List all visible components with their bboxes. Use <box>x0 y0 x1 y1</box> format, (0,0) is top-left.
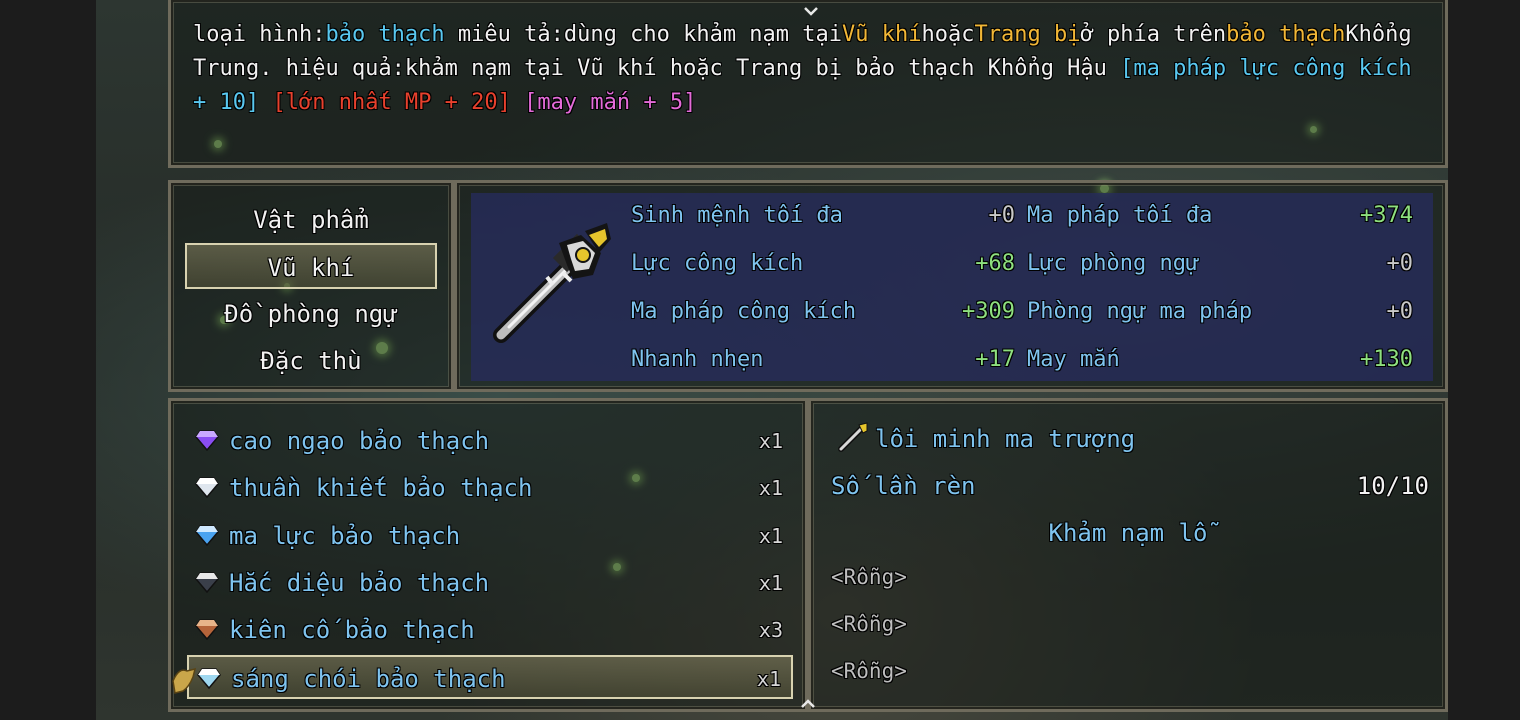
stat-agility-label: Nhanh nhẹn <box>631 347 764 372</box>
desc-equipment-keyword: Trang bị <box>974 22 1081 47</box>
light-blue-gem-icon <box>197 668 221 689</box>
stat-max-mp-label: Ma pháp tối đa <box>1027 203 1213 228</box>
desc-space <box>511 90 524 115</box>
black-gem-icon <box>195 572 219 593</box>
wand-icon <box>838 422 868 452</box>
blue-gem-icon <box>195 525 219 546</box>
gem-list-item[interactable]: ma lực bảo thạch x1 <box>187 514 793 558</box>
right-letterbox <box>1448 0 1520 720</box>
pointer-hand-icon <box>172 667 197 694</box>
scroll-up-arrow-icon[interactable] <box>800 699 816 709</box>
category-special[interactable]: Đặc thù <box>185 338 437 384</box>
brown-gem-icon <box>195 619 219 640</box>
stat-max-hp-value: +0 <box>988 203 1016 228</box>
white-gem-icon <box>195 477 219 498</box>
desc-weapon-keyword: Vũ khí <box>842 22 922 47</box>
gem-quantity: x1 <box>756 667 781 691</box>
gem-list-item[interactable]: kiên cố bảo thạch x3 <box>187 608 793 652</box>
socket-slot-empty[interactable]: <Rỗng> <box>831 565 907 589</box>
category-armor[interactable]: Đồ phòng ngự <box>185 291 437 337</box>
stat-max-mp-value: +374 <box>1360 203 1413 228</box>
sockets-title: Khảm nạm lỗ <box>1048 519 1208 547</box>
stat-luck-value: +130 <box>1360 347 1413 372</box>
stat-magic-defense-value: +0 <box>1386 299 1414 324</box>
equipment-stats-window: Sinh mệnh tối đa +0 Ma pháp tối đa +374 … <box>454 180 1448 392</box>
desc-space <box>259 90 272 115</box>
item-description-text: loại hình:bảo thạch miêu tả:dùng cho khả… <box>193 18 1433 120</box>
gem-quantity: x3 <box>758 618 783 642</box>
left-letterbox <box>0 0 96 720</box>
socket-slot-empty[interactable]: <Rỗng> <box>831 659 907 683</box>
desc-luck-bonus: [may mắn + 5] <box>524 90 697 115</box>
stat-defense-value: +0 <box>1386 251 1414 276</box>
desc-text: ở phía trên <box>1080 22 1227 47</box>
stat-max-hp-label: Sinh mệnh tối đa <box>631 203 843 228</box>
socket-window: lôi minh ma trượng Số lần rèn 10/10 Khảm… <box>808 398 1448 712</box>
stat-magic-attack-value: +309 <box>962 299 1015 324</box>
gem-name: Hắc diệu bảo thạch <box>229 569 490 597</box>
stat-defense-label: Lực phòng ngự <box>1027 251 1200 276</box>
stat-magic-attack-label: Ma pháp công kích <box>631 299 857 324</box>
purple-gem-icon <box>195 430 219 451</box>
gem-name: kiên cố bảo thạch <box>229 616 475 644</box>
desc-type-label: loại hình: <box>193 22 326 47</box>
category-menu-window: Vật phẩm Vũ khí Đồ phòng ngự Đặc thù <box>168 180 454 392</box>
gem-name: cao ngạo bảo thạch <box>229 427 490 455</box>
stat-magic-defense-label: Phòng ngự ma pháp <box>1027 299 1253 324</box>
gem-name: ma lực bảo thạch <box>229 522 461 550</box>
category-weapons[interactable]: Vũ khí <box>185 243 437 289</box>
gem-list-item[interactable]: Hắc diệu bảo thạch x1 <box>187 561 793 605</box>
desc-type-value: bảo thạch <box>325 22 445 47</box>
socket-slot-empty[interactable]: <Rỗng> <box>831 612 907 636</box>
gem-quantity: x1 <box>758 476 783 500</box>
desc-max-mp-bonus: [lớn nhất MP + 20] <box>272 90 511 115</box>
scroll-down-arrow-icon[interactable] <box>803 6 819 16</box>
gem-quantity: x1 <box>758 571 783 595</box>
category-items[interactable]: Vật phẩm <box>185 197 437 243</box>
gem-name: sáng chói bảo thạch <box>231 665 506 693</box>
stat-attack-label: Lực công kích <box>631 251 804 276</box>
gem-list-item[interactable]: thuần khiết bảo thạch x1 <box>187 466 793 510</box>
gem-quantity: x1 <box>758 524 783 548</box>
forge-count-label: Số lần rèn <box>831 472 976 500</box>
desc-text: miêu tả:dùng cho khảm nạm tại <box>444 22 843 47</box>
forge-count-value: 10/10 <box>1356 472 1429 500</box>
selected-item-name: lôi minh ma trượng <box>875 425 1136 453</box>
gem-quantity: x1 <box>758 429 783 453</box>
desc-gem-keyword: bảo thạch <box>1226 22 1346 47</box>
gem-list-window: cao ngạo bảo thạch x1 thuần khiết bảo th… <box>168 398 808 712</box>
staff-icon <box>493 223 611 343</box>
stat-agility-value: +17 <box>975 347 1015 372</box>
stat-luck-label: May mắn <box>1027 347 1120 372</box>
stat-attack-value: +68 <box>975 251 1015 276</box>
gem-list-item[interactable]: cao ngạo bảo thạch x1 <box>187 419 793 463</box>
stats-panel: Sinh mệnh tối đa +0 Ma pháp tối đa +374 … <box>471 193 1433 381</box>
gem-name: thuần khiết bảo thạch <box>229 474 533 502</box>
desc-text: hoặc <box>921 22 975 47</box>
item-description-window: loại hình:bảo thạch miêu tả:dùng cho khả… <box>168 0 1448 168</box>
gem-list-item-selected[interactable]: sáng chói bảo thạch x1 <box>187 655 793 699</box>
